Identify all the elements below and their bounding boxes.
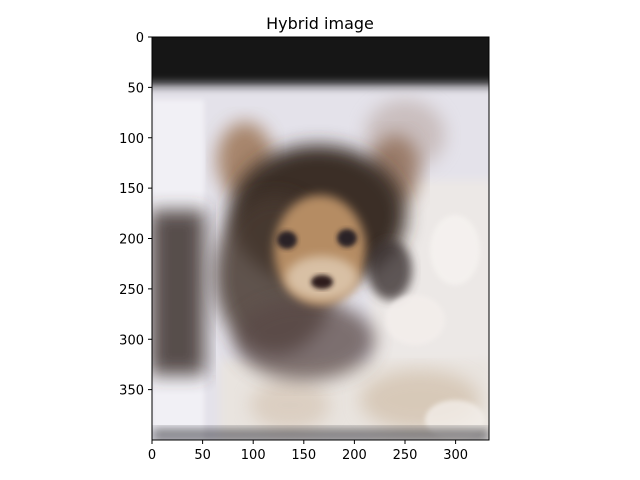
x-tick-label: 150 [291, 448, 316, 463]
x-tick-label: 50 [194, 448, 211, 463]
y-tick-label: 50 [127, 81, 144, 96]
y-axis: 0 50 100 150 200 250 300 350 [119, 31, 152, 399]
y-tick-label: 250 [119, 283, 144, 298]
chart-title: Hybrid image [266, 14, 374, 33]
y-tick-label: 300 [119, 333, 144, 348]
x-axis: 0 50 100 150 200 250 300 [148, 440, 468, 463]
y-tick-label: 0 [136, 31, 144, 46]
x-tick-label: 300 [443, 448, 468, 463]
x-tick-label: 200 [342, 448, 367, 463]
y-tick-label: 100 [119, 132, 144, 147]
x-tick-label: 0 [148, 448, 156, 463]
x-tick-label: 100 [241, 448, 266, 463]
y-tick-label: 150 [119, 182, 144, 197]
hybrid-image [152, 37, 489, 440]
figure: Hybrid image 0 50 100 150 200 250 300 05… [119, 14, 490, 463]
y-tick-label: 350 [119, 384, 144, 399]
x-tick-label: 250 [393, 448, 418, 463]
y-tick-label: 200 [119, 233, 144, 248]
